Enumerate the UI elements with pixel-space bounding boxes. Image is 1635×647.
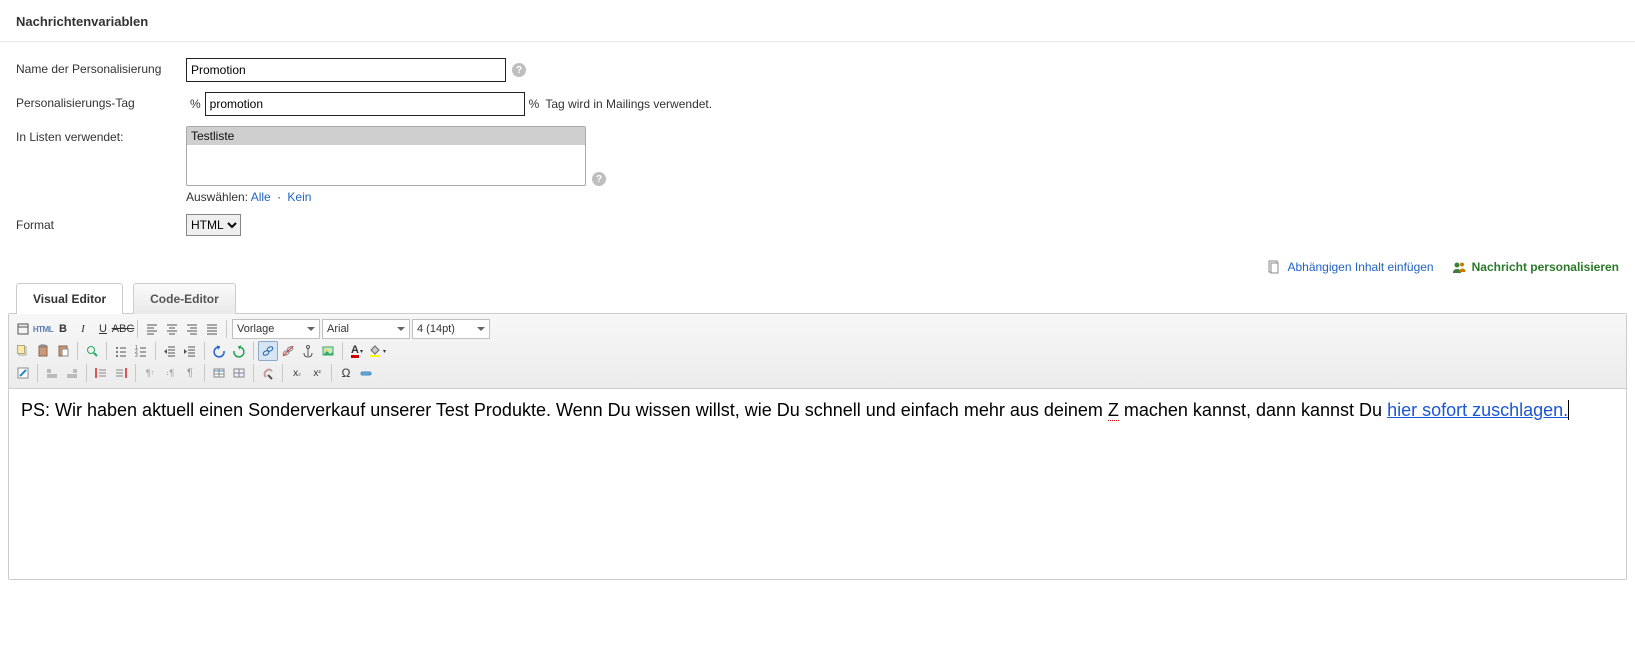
editor-spell-error: Z [1108,400,1119,421]
tag-suffix: % [525,97,544,111]
redo-button[interactable] [229,341,249,361]
paste-button[interactable] [33,341,53,361]
editor-link[interactable]: hier sofort zuschlagen. [1387,400,1568,420]
paste-text-button[interactable] [53,341,73,361]
select-none-link[interactable]: Kein [287,190,311,204]
image-button[interactable] [318,341,338,361]
actions-row: Abhängigen Inhalt einfügen Nachricht per… [0,254,1635,282]
align-left-button[interactable] [142,319,162,339]
quote-left-icon[interactable] [91,363,111,383]
help-icon[interactable]: ? [512,63,526,77]
subscript-button[interactable]: x₂ [287,363,307,383]
name-label: Name der Personalisierung [16,58,186,76]
text-caret [1568,400,1569,420]
row-name: Name der Personalisierung ? [16,58,1619,82]
underline-button[interactable]: U [93,319,113,339]
align-right-button[interactable] [182,319,202,339]
p-after-icon[interactable]: ↓¶ [160,363,180,383]
text-color-button[interactable]: A▾ [347,341,367,361]
editor-tabs: Visual Editor Code-Editor [0,283,1635,314]
page-title: Nachrichtenvariablen [0,0,1635,42]
tag-label: Personalisierungs-Tag [16,92,186,110]
tag-input[interactable] [205,92,525,116]
insert-dependent-label: Abhängigen Inhalt einfügen [1287,260,1433,274]
indent-button[interactable] [180,341,200,361]
find-button[interactable] [82,341,102,361]
document-icon [1267,260,1281,274]
insert-dependent-link[interactable]: Abhängigen Inhalt einfügen [1267,260,1433,274]
unlink-button[interactable] [278,341,298,361]
select-label: Auswählen: [186,190,248,204]
special-char-button[interactable]: Ω [336,363,356,383]
name-input[interactable] [186,58,506,82]
superscript-button[interactable]: x² [307,363,327,383]
people-icon [1452,260,1466,274]
list-option-0[interactable]: Testliste [187,127,585,145]
tag-hint: Tag wird in Mailings verwendet. [545,97,712,111]
table-button[interactable] [209,363,229,383]
svg-text:3: 3 [135,353,138,358]
unordered-list-button[interactable] [111,341,131,361]
editor-content[interactable]: PS: Wir haben aktuell einen Sonderverkau… [9,389,1626,579]
ordered-list-button[interactable]: 123 [131,341,151,361]
p-before-icon[interactable]: ¶↑ [140,363,160,383]
align-justify-button[interactable] [202,319,222,339]
strike-button[interactable]: ABC [113,319,133,339]
anchor-button[interactable] [298,341,318,361]
html-button[interactable]: HTML [33,319,53,339]
lists-select[interactable]: Testliste [186,126,586,186]
italic-button[interactable]: I [73,319,93,339]
lists-label: In Listen verwendet: [16,126,186,144]
row-tag: Personalisierungs-Tag % % Tag wird in Ma… [16,92,1619,116]
tab-code-editor[interactable]: Code-Editor [133,283,236,314]
tag-prefix: % [186,97,205,111]
link-button[interactable] [258,341,278,361]
personalize-link[interactable]: Nachricht personalisieren [1452,260,1619,274]
align-center-button[interactable] [162,319,182,339]
tab-visual-editor[interactable]: Visual Editor [16,283,123,314]
editor-container: HTML B I U ABC Vorlage Arial 4 (14pt) 12… [8,313,1627,580]
font-size-select[interactable]: 4 (14pt) [412,319,490,339]
hr-button[interactable] [356,363,376,383]
help-icon[interactable]: ? [592,172,606,186]
editor-text-mid: machen kannst, dann kannst Du [1119,400,1387,420]
copy-button[interactable] [13,341,33,361]
block-left-icon[interactable] [42,363,62,383]
background-color-button[interactable]: ▾ [367,341,387,361]
row-format: Format HTML [16,214,1619,236]
select-all-link[interactable]: Alle [251,190,271,204]
source-button[interactable] [13,319,33,339]
remove-format-button[interactable] [258,363,278,383]
table-props-button[interactable] [229,363,249,383]
template-select[interactable]: Vorlage [232,319,320,339]
form-area: Name der Personalisierung ? Personalisie… [0,42,1635,254]
editor-toolbar: HTML B I U ABC Vorlage Arial 4 (14pt) 12… [9,314,1626,389]
format-select[interactable]: HTML [186,214,241,236]
outdent-button[interactable] [160,341,180,361]
edit-icon[interactable] [13,363,33,383]
personalize-label: Nachricht personalisieren [1472,260,1619,274]
quote-right-icon[interactable] [111,363,131,383]
bold-button[interactable]: B [53,319,73,339]
font-family-select[interactable]: Arial [322,319,410,339]
paragraph-icon[interactable]: ¶ [180,363,200,383]
format-label: Format [16,214,186,232]
editor-text-before: PS: Wir haben aktuell einen Sonderverkau… [21,400,1108,420]
block-right-icon[interactable] [62,363,82,383]
row-lists: In Listen verwendet: Testliste ? Auswähl… [16,126,1619,204]
undo-button[interactable] [209,341,229,361]
